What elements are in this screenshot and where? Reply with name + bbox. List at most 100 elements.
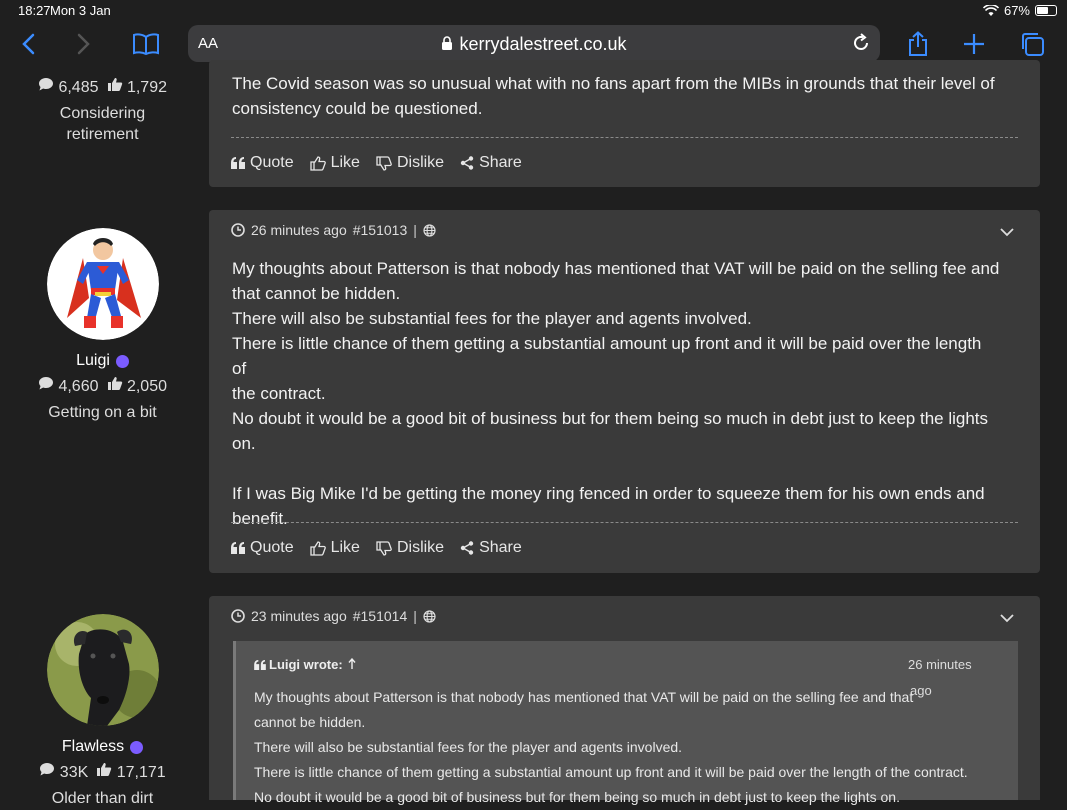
post-line: that cannot be hidden. xyxy=(232,284,401,303)
quote-block: Luigi wrote: 26 minutes ago My thoughts … xyxy=(233,641,1018,805)
quote-time-line: ago xyxy=(910,683,932,698)
posts-count: 6,485 xyxy=(38,77,99,97)
clock-icon xyxy=(231,223,245,237)
quote-icon xyxy=(231,157,245,169)
post-line: There will also be substantial fees for … xyxy=(232,309,752,328)
user-rank-line2: retirement xyxy=(66,126,139,143)
lock-icon xyxy=(442,36,453,50)
share-page-icon[interactable] xyxy=(902,28,934,60)
status-right: 67% xyxy=(982,3,1057,18)
posts-count: 4,660 xyxy=(38,376,99,396)
comment-icon xyxy=(39,78,53,91)
forward-icon[interactable] xyxy=(68,28,100,60)
comment-icon xyxy=(39,377,53,390)
quote-time: 26 minutes ago xyxy=(908,657,978,699)
url-text: kerrydalestreet.co.uk xyxy=(459,34,627,54)
thumbs-down-outline-icon xyxy=(376,540,392,556)
quote-line: cannot be hidden. xyxy=(254,714,366,730)
user-rank-line1: Considering xyxy=(59,105,146,122)
new-tab-icon[interactable] xyxy=(958,28,990,60)
comment-icon xyxy=(40,763,55,776)
post-line: benefit. xyxy=(232,509,288,528)
bookmarks-icon[interactable] xyxy=(130,28,162,60)
post-meta: 26 minutes ago #151013 | xyxy=(231,222,436,238)
arrow-up-icon[interactable] xyxy=(348,657,356,670)
user-stats: 4,660 2,050 xyxy=(0,376,205,396)
likes-count: 2,050 xyxy=(107,376,167,396)
share-icon xyxy=(460,156,474,170)
thumbs-up-outline-icon xyxy=(309,155,326,171)
thumbs-up-icon xyxy=(97,763,112,776)
status-date: Mon 3 Jan xyxy=(50,3,111,18)
back-icon[interactable] xyxy=(12,28,44,60)
post-actions: Quote Like Dislike Share xyxy=(231,539,522,557)
post-line: the contract. xyxy=(232,384,326,403)
dislike-button[interactable]: Dislike xyxy=(376,539,444,557)
post-line: If I was Big Mike I'd be getting the mon… xyxy=(232,484,985,503)
quote-time-line: 26 minutes xyxy=(908,657,972,672)
quote-icon xyxy=(254,660,266,670)
post-meta: 23 minutes ago #151014 | xyxy=(231,608,436,624)
quote-line: My thoughts about Patterson is that nobo… xyxy=(254,689,914,705)
user-rank: Older than dirt xyxy=(51,790,154,807)
like-button[interactable]: Like xyxy=(309,154,360,172)
avatar[interactable] xyxy=(46,614,159,726)
share-button[interactable]: Share xyxy=(460,539,522,557)
meta-separator: | xyxy=(413,608,417,624)
thumbs-up-icon xyxy=(107,78,122,91)
post-body: My thoughts about Patterson is that nobo… xyxy=(232,256,1000,531)
user-stats: 6,485 1,792 xyxy=(0,77,205,97)
quote-icon xyxy=(231,542,245,554)
share-button[interactable]: Share xyxy=(460,154,522,172)
post-id[interactable]: #151013 xyxy=(353,222,408,238)
tabs-overview-icon[interactable] xyxy=(1016,28,1048,60)
quote-line: There is little chance of them getting a… xyxy=(254,764,968,780)
meta-separator: | xyxy=(413,222,417,238)
post-body: The Covid season was so unusual what wit… xyxy=(232,71,1000,121)
likes-count: 17,171 xyxy=(96,762,166,782)
reload-icon[interactable] xyxy=(850,32,872,54)
post-divider xyxy=(231,137,1018,138)
user-info-1: 6,485 1,792 Considering retirement xyxy=(0,77,205,145)
online-status-dot xyxy=(130,740,144,754)
chevron-down-icon[interactable] xyxy=(1000,228,1014,237)
thumbs-up-icon xyxy=(107,377,122,390)
thumbs-down-outline-icon xyxy=(376,155,392,171)
address-bar[interactable]: AA kerrydalestreet.co.uk xyxy=(188,25,880,62)
clock-icon xyxy=(231,609,245,623)
post-card-151013: 26 minutes ago #151013 | My thoughts abo… xyxy=(209,210,1040,573)
post-line: My thoughts about Patterson is that nobo… xyxy=(232,259,1000,278)
post-time[interactable]: 23 minutes ago xyxy=(251,608,347,624)
battery-percent: 67% xyxy=(1003,3,1030,18)
globe-icon xyxy=(423,609,436,623)
user-rank: Getting on a bit xyxy=(48,404,157,421)
status-time: 18:27 xyxy=(18,3,51,18)
url-display[interactable]: kerrydalestreet.co.uk xyxy=(188,34,880,55)
post-id[interactable]: #151014 xyxy=(353,608,408,624)
quote-line: No doubt it would be a good bit of busin… xyxy=(254,789,900,805)
share-icon xyxy=(460,541,474,555)
status-bar: 18:27 Mon 3 Jan 67% xyxy=(0,0,1067,20)
quote-button[interactable]: Quote xyxy=(231,539,294,557)
username[interactable]: Flawless xyxy=(0,738,205,756)
posts-count: 33K xyxy=(39,762,88,782)
post-card-151014: 23 minutes ago #151014 | Luigi wrote: 26… xyxy=(209,596,1040,805)
username[interactable]: Luigi xyxy=(0,352,205,370)
chevron-down-icon[interactable] xyxy=(1000,614,1014,623)
quote-author[interactable]: Luigi wrote: xyxy=(254,657,356,672)
post-line: consistency could be questioned. xyxy=(232,99,483,118)
post-line: No doubt it would be a good bit of busin… xyxy=(232,409,989,428)
quote-button[interactable]: Quote xyxy=(231,154,294,172)
wifi-icon xyxy=(982,4,999,16)
online-status-dot xyxy=(115,354,129,368)
like-button[interactable]: Like xyxy=(309,539,360,557)
thumbs-up-outline-icon xyxy=(309,540,326,556)
dislike-button[interactable]: Dislike xyxy=(376,154,444,172)
post-line: The Covid season was so unusual what wit… xyxy=(232,74,995,93)
quote-line: There will also be substantial fees for … xyxy=(254,739,683,755)
post-time[interactable]: 26 minutes ago xyxy=(251,222,347,238)
avatar[interactable] xyxy=(46,228,159,340)
globe-icon xyxy=(423,223,436,237)
user-info-flawless: Flawless 33K 17,171 Older than dirt xyxy=(0,614,205,809)
battery-fill xyxy=(1037,7,1049,14)
